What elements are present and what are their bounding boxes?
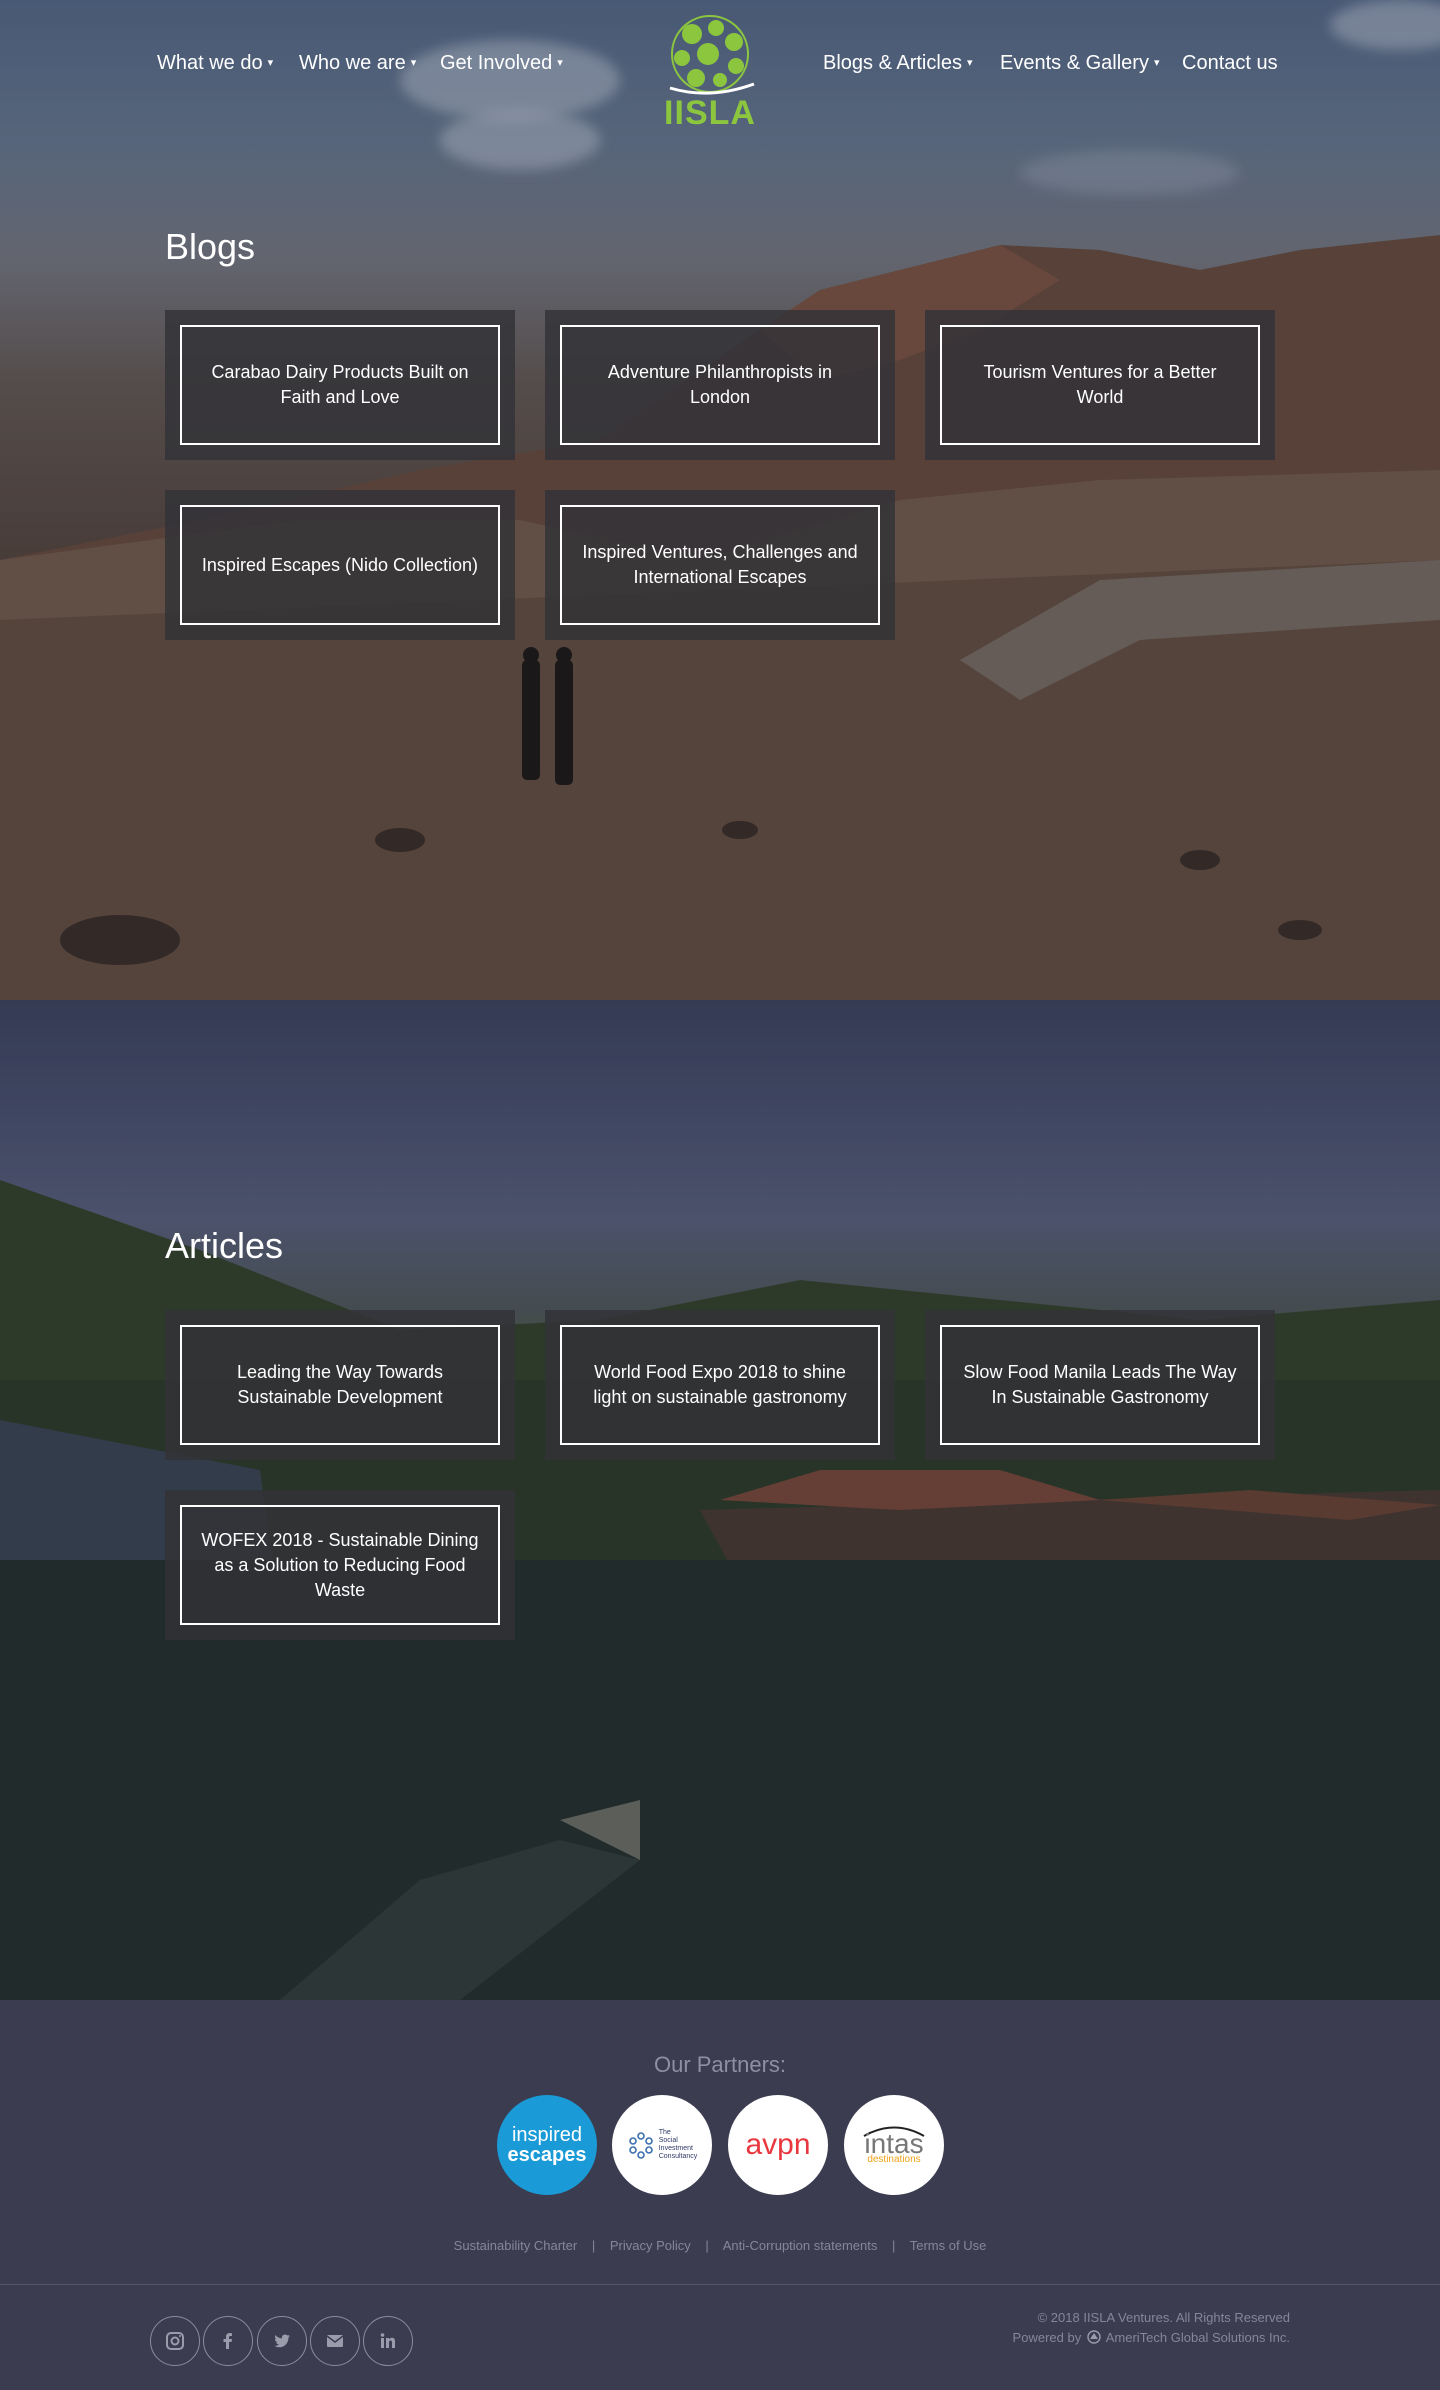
- nav-blogs-articles[interactable]: Blogs & Articles ▾: [823, 52, 972, 75]
- article-card-title: WOFEX 2018 - Sustainable Dining as a Sol…: [180, 1505, 500, 1625]
- footer-link-anti-corruption[interactable]: Anti-Corruption statements: [723, 2238, 878, 2253]
- twitter-button[interactable]: [257, 2316, 307, 2366]
- partner-logo-social-investment-consultancy[interactable]: The Social Investment Consultancy: [612, 2095, 712, 2195]
- partner-logo-text: intas: [864, 2128, 924, 2159]
- partner-logo-intas-destinations[interactable]: intas destinations: [844, 2095, 944, 2195]
- partner-logo-text: Social: [658, 2137, 678, 2144]
- footer-link-privacy-policy[interactable]: Privacy Policy: [610, 2238, 691, 2253]
- partner-logo-text: Consultancy: [658, 2153, 698, 2160]
- blog-card[interactable]: Adventure Philanthropists in London: [545, 310, 895, 460]
- copyright-text: © 2018 IISLA Ventures. All Rights Reserv…: [1037, 2310, 1290, 2325]
- blog-card-title: Carabao Dairy Products Built on Faith an…: [180, 325, 500, 445]
- caret-down-icon: ▾: [557, 57, 563, 69]
- nav-who-we-are[interactable]: Who we are ▾: [299, 52, 416, 75]
- caret-down-icon: ▾: [1153, 57, 1160, 69]
- logo-sphere-icon: [669, 15, 755, 95]
- article-card[interactable]: Leading the Way Towards Sustainable Deve…: [165, 1310, 515, 1460]
- article-card[interactable]: Slow Food Manila Leads The Way In Sustai…: [925, 1310, 1275, 1460]
- nav-events-gallery[interactable]: Events & Gallery ▾: [1000, 52, 1159, 75]
- main-navigation: What we do ▾ Who we are ▾ Get Involved ▾ II…: [0, 0, 1440, 140]
- partners-heading: Our Partners:: [653, 2052, 787, 2077]
- nav-label: Contact us: [1182, 52, 1278, 74]
- blog-card[interactable]: Tourism Ventures for a Better World: [925, 310, 1275, 460]
- link-separator: |: [705, 2238, 709, 2253]
- partner-logo-avpn[interactable]: avpn: [728, 2095, 828, 2195]
- partner-logo-text: inspired: [511, 2124, 583, 2146]
- blog-card-title: Inspired Ventures, Challenges and Intern…: [560, 505, 880, 625]
- email-button[interactable]: [310, 2316, 360, 2366]
- footer-link-terms-of-use[interactable]: Terms of Use: [910, 2238, 987, 2253]
- instagram-button[interactable]: [150, 2316, 200, 2366]
- nav-label: Who we are: [299, 52, 406, 74]
- twitter-icon: [274, 2334, 290, 2348]
- article-card[interactable]: WOFEX 2018 - Sustainable Dining as a Sol…: [165, 1490, 515, 1640]
- logo-text: IISLA: [664, 94, 756, 132]
- caret-down-icon: ▾: [966, 57, 973, 69]
- link-separator: |: [891, 2238, 896, 2253]
- blog-card[interactable]: Carabao Dairy Products Built on Faith an…: [165, 310, 515, 460]
- nav-label: Blogs & Articles: [823, 52, 962, 74]
- articles-heading: Articles: [165, 1225, 284, 1266]
- blog-card-title: Tourism Ventures for a Better World: [940, 325, 1260, 445]
- iisla-logo[interactable]: IISLA: [660, 14, 760, 134]
- partner-logo-text: escapes: [507, 2144, 587, 2166]
- powered-by-prefix: Powered by: [1012, 2330, 1082, 2345]
- blog-card[interactable]: Inspired Escapes (Nido Collection): [165, 490, 515, 640]
- powered-by-link[interactable]: AmeriTech Global Solutions Inc.: [1106, 2330, 1290, 2345]
- partner-logo-text: avpn: [745, 2128, 811, 2161]
- partner-logo-text: Investment: [658, 2145, 693, 2152]
- article-card[interactable]: World Food Expo 2018 to shine light on s…: [545, 1310, 895, 1460]
- copyright-block: © 2018 IISLA Ventures. All Rights Reserv…: [1013, 2308, 1290, 2348]
- partner-logo-text: destinations: [867, 2154, 921, 2165]
- site-footer: Our Partners: inspired escapes The Socia…: [0, 2000, 1440, 2390]
- blog-card-title: Adventure Philanthropists in London: [560, 325, 880, 445]
- tsic-ring-icon: [628, 2132, 653, 2159]
- linkedin-icon: [380, 2333, 395, 2348]
- link-separator: |: [591, 2238, 596, 2253]
- facebook-button[interactable]: [203, 2316, 253, 2366]
- nav-label: Get Involved: [440, 52, 553, 74]
- ameritech-logo-icon: [1087, 2330, 1101, 2344]
- instagram-icon: [166, 2332, 184, 2350]
- partner-logo-text: The: [658, 2129, 671, 2136]
- footer-divider: [0, 2284, 1440, 2285]
- article-card-title: World Food Expo 2018 to shine light on s…: [560, 1325, 880, 1445]
- nav-get-involved[interactable]: Get Involved ▾: [440, 52, 563, 75]
- email-icon: [326, 2335, 344, 2347]
- nav-label: What we do: [157, 52, 263, 74]
- powered-by: Powered by AmeriTech Global Solutions In…: [1013, 2328, 1290, 2348]
- footer-link-sustainability-charter[interactable]: Sustainability Charter: [454, 2238, 578, 2253]
- nav-what-we-do[interactable]: What we do ▾: [157, 52, 273, 75]
- caret-down-icon: ▾: [410, 57, 417, 69]
- footer-links: Sustainability Charter | Privacy Policy …: [0, 2238, 1440, 2253]
- caret-down-icon: ▾: [267, 57, 274, 69]
- blog-card-title: Inspired Escapes (Nido Collection): [180, 505, 500, 625]
- partner-logo-inspired-escapes[interactable]: inspired escapes: [497, 2095, 597, 2195]
- article-card-title: Slow Food Manila Leads The Way In Sustai…: [940, 1325, 1260, 1445]
- blog-card[interactable]: Inspired Ventures, Challenges and Intern…: [545, 490, 895, 640]
- facebook-icon: [223, 2333, 232, 2349]
- nav-label: Events & Gallery: [1000, 52, 1149, 74]
- linkedin-button[interactable]: [363, 2316, 413, 2366]
- nav-contact-us[interactable]: Contact us: [1182, 52, 1278, 75]
- blogs-heading: Blogs: [165, 226, 256, 267]
- article-card-title: Leading the Way Towards Sustainable Deve…: [180, 1325, 500, 1445]
